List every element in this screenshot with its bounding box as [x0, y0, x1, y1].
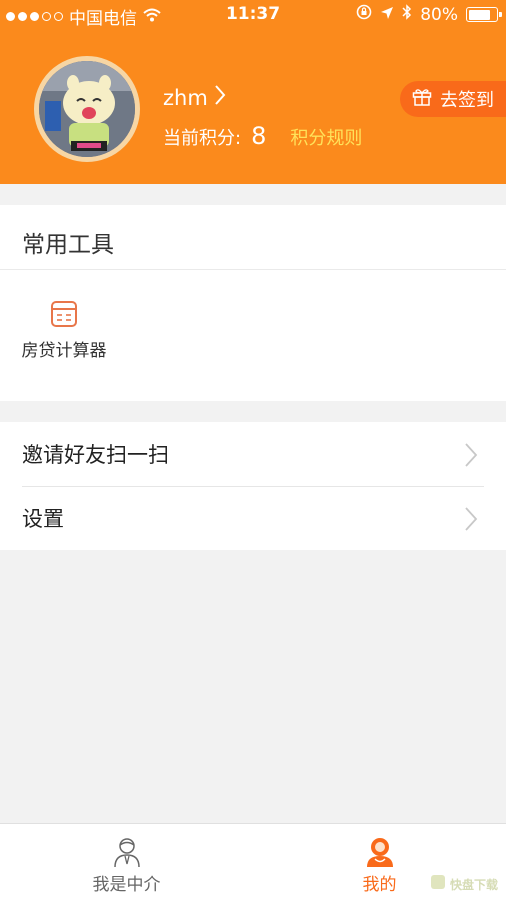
avatar[interactable] — [34, 56, 140, 162]
gift-icon — [412, 88, 432, 111]
menu-item-label: 设置 — [22, 507, 64, 531]
bluetooth-icon — [402, 4, 412, 25]
me-icon — [253, 836, 506, 868]
checkin-button[interactable]: 去签到 — [400, 81, 506, 117]
points-label: 当前积分: — [163, 128, 242, 149]
agent-icon — [0, 836, 253, 868]
battery-icon — [466, 7, 502, 22]
status-right: 80% — [356, 4, 502, 25]
divider — [0, 269, 506, 270]
avatar-image — [39, 61, 135, 157]
battery-level — [468, 9, 491, 20]
menu-section: 邀请好友扫一扫 设置 — [0, 422, 506, 550]
username-link[interactable]: zhm — [163, 84, 226, 111]
mortgage-calculator-tool[interactable]: 房贷计算器 — [14, 300, 114, 370]
watermark-logo-icon — [430, 874, 446, 894]
status-bar: 中国电信 11:37 80% — [0, 0, 506, 29]
calculator-icon — [14, 300, 114, 328]
menu-item-label: 邀请好友扫一扫 — [22, 443, 169, 467]
points-rules-link[interactable]: 积分规则 — [290, 124, 362, 150]
username: zhm — [163, 85, 208, 110]
tool-label: 房贷计算器 — [21, 341, 107, 361]
battery-percent: 80% — [420, 4, 458, 25]
orientation-lock-icon — [356, 4, 372, 25]
watermark: 快盘下载 — [430, 874, 498, 894]
tab-agent[interactable]: 我是中介 — [0, 824, 253, 900]
menu-item-settings[interactable]: 设置 — [0, 486, 506, 550]
menu-item-invite-friends[interactable]: 邀请好友扫一扫 — [0, 422, 506, 486]
profile-header: 中国电信 11:37 80% zhm 当前积分: 8 积分规则 去签到 — [0, 0, 506, 184]
chevron-right-icon — [464, 506, 478, 536]
tab-label: 我是中介 — [92, 875, 161, 895]
chevron-right-icon — [214, 84, 226, 111]
chevron-right-icon — [464, 442, 478, 472]
checkin-label: 去签到 — [440, 90, 494, 111]
tab-bar: 我是中介 我的 快盘下载 — [0, 823, 506, 900]
points-row: 当前积分: 8 积分规则 — [163, 122, 362, 150]
tools-title: 常用工具 — [22, 232, 114, 258]
points-value: 8 — [251, 122, 267, 150]
watermark-text: 快盘下载 — [449, 877, 498, 892]
location-icon — [380, 5, 394, 25]
